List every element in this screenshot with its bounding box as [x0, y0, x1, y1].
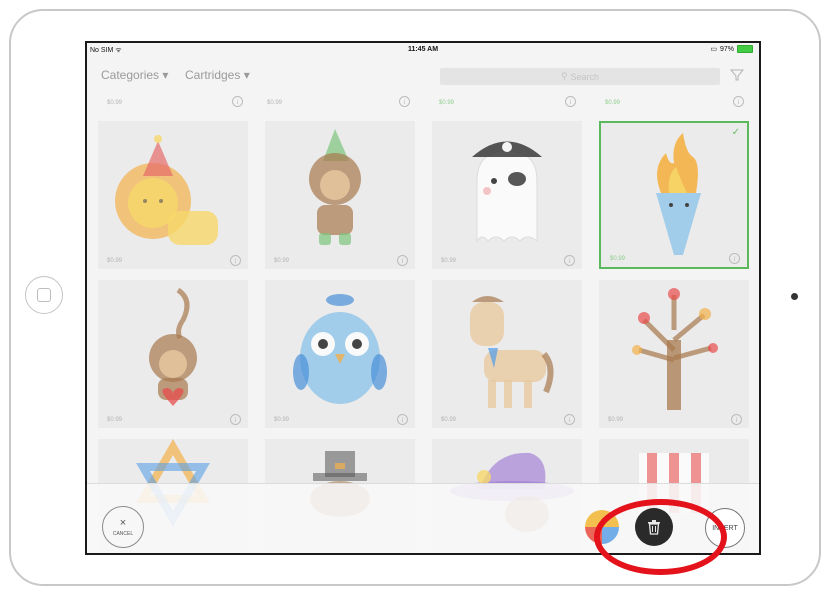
info-icon[interactable]: i — [397, 414, 408, 425]
price-label: $0.99 — [605, 100, 621, 106]
info-icon[interactable]: i — [397, 255, 408, 266]
info-icon[interactable]: i — [564, 414, 575, 425]
nav-bar: Categories ▾ Cartridges ▾ ⚲ Search — [87, 57, 759, 95]
battery-icon — [737, 45, 753, 53]
owl-image — [293, 294, 387, 404]
price-label: $0.99 — [439, 100, 455, 106]
price-label: $0.99 — [610, 256, 626, 262]
price-label: $0.99 — [608, 417, 624, 423]
search-icon: ⚲ — [560, 71, 568, 81]
status-time: 11:45 AM — [407, 46, 439, 53]
hanging-monkey-image — [149, 287, 197, 406]
info-icon[interactable]: i — [729, 253, 740, 264]
image-tile-owl[interactable]: $0.99 i — [265, 280, 415, 428]
elf-monkey-image — [309, 129, 361, 245]
battery-percent: 97% — [719, 45, 734, 53]
info-icon[interactable]: i — [565, 96, 576, 107]
cartridges-dropdown[interactable]: Cartridges ▾ — [185, 68, 250, 82]
image-tile-horse[interactable]: $0.99 i — [432, 280, 582, 428]
cancel-button[interactable]: × CANCEL — [102, 506, 144, 548]
search-input[interactable]: ⚲ Search — [440, 68, 720, 85]
torch-image — [656, 133, 701, 255]
screen-mirror-icon: ▭ — [710, 46, 717, 53]
selected-check-icon: ✓ — [731, 127, 740, 138]
horse-image — [470, 296, 554, 408]
image-tile-party-lion[interactable]: $0.99 i — [98, 121, 248, 269]
status-bar: No SIM ᯤ 11:45 AM ▭ 97% — [87, 43, 759, 57]
info-icon[interactable]: i — [733, 96, 744, 107]
home-square-icon — [37, 288, 51, 302]
info-icon[interactable]: i — [230, 414, 241, 425]
price-label: $0.99 — [274, 258, 290, 264]
image-tile-hanging-monkey[interactable]: $0.99 i — [98, 280, 248, 428]
close-icon: × — [119, 516, 127, 529]
price-label: $0.99 — [441, 417, 457, 423]
autumn-tree-image — [632, 288, 718, 410]
info-icon[interactable]: i — [399, 96, 410, 107]
battery-status: ▭ 97% — [710, 45, 753, 53]
cancel-label: CANCEL — [112, 530, 134, 537]
price-label: $0.99 — [107, 417, 123, 423]
filter-icon[interactable] — [730, 68, 744, 82]
price-label: $0.99 — [107, 258, 123, 264]
price-label: $0.99 — [267, 100, 283, 106]
image-tile-torch-selected[interactable]: ✓ $0.99 i — [599, 121, 749, 269]
price-label: $0.99 — [274, 417, 290, 423]
party-lion-image — [115, 135, 218, 245]
info-icon[interactable]: i — [731, 414, 742, 425]
price-label: $0.99 — [107, 100, 123, 106]
info-icon[interactable]: i — [564, 255, 575, 266]
categories-dropdown[interactable]: Categories ▾ — [101, 68, 168, 82]
camera-dot — [791, 293, 798, 300]
app-screen: No SIM ᯤ 11:45 AM ▭ 97% Categories ▾ Cart… — [85, 41, 761, 555]
info-icon[interactable]: i — [230, 255, 241, 266]
image-tile-elf-monkey[interactable]: $0.99 i — [265, 121, 415, 269]
image-tile-pirate-ghost[interactable]: $0.99 i — [432, 121, 582, 269]
home-button[interactable] — [25, 276, 63, 314]
price-label: $0.99 — [441, 258, 457, 264]
search-placeholder: Search — [570, 71, 600, 82]
image-tile-autumn-tree[interactable]: $0.99 i — [599, 280, 749, 428]
red-highlight-circle — [594, 499, 727, 575]
pirate-ghost-image — [472, 141, 542, 243]
info-icon[interactable]: i — [232, 96, 243, 107]
